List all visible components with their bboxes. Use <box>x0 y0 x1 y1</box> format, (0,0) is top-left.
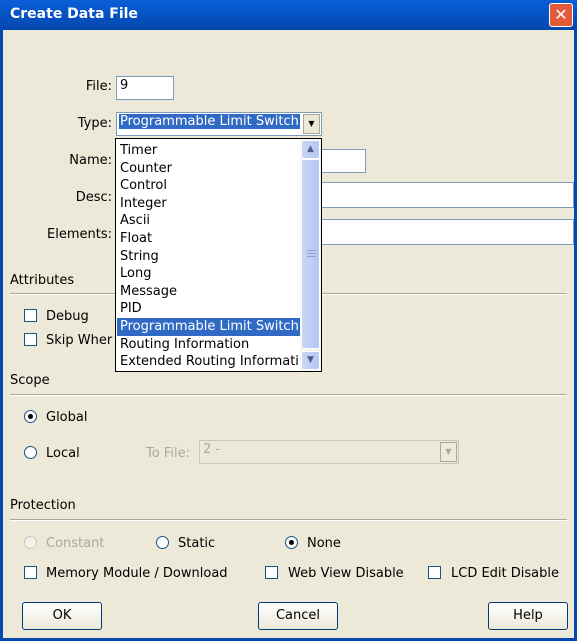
static-label: Static <box>178 536 216 551</box>
title-bar: Create Data File ✕ <box>0 0 577 30</box>
ok-button[interactable]: OK <box>22 602 102 630</box>
file-input[interactable]: 9 <box>116 76 174 100</box>
constant-label: Constant <box>46 536 105 551</box>
dropdown-option[interactable]: Counter <box>117 160 300 178</box>
dropdown-option[interactable]: Timer <box>117 142 300 160</box>
lcd-edit-disable-checkbox[interactable] <box>428 566 441 579</box>
elements-label: Elements: <box>47 227 112 242</box>
name-label: Name: <box>69 153 112 168</box>
file-input-value: 9 <box>120 78 129 93</box>
dropdown-option[interactable]: Message <box>117 283 300 301</box>
global-radio[interactable] <box>24 410 37 423</box>
close-icon: ✕ <box>554 5 568 24</box>
web-view-disable-checkbox[interactable] <box>265 566 278 579</box>
scroll-up-icon[interactable]: ▲ <box>301 140 320 159</box>
window-title: Create Data File <box>10 6 138 22</box>
cancel-button[interactable]: Cancel <box>258 602 338 630</box>
dropdown-option[interactable]: Routing Information <box>117 336 300 354</box>
scroll-thumb-grip <box>307 256 316 257</box>
window-border-left <box>0 30 3 641</box>
dropdown-option[interactable]: Control <box>117 177 300 195</box>
dropdown-option[interactable]: Float <box>117 230 300 248</box>
scroll-down-icon[interactable]: ▼ <box>301 351 320 370</box>
debug-checkbox[interactable] <box>24 309 37 322</box>
local-radio[interactable] <box>24 446 37 459</box>
to-file-label: To File: <box>146 446 190 461</box>
web-view-disable-label: Web View Disable <box>288 566 404 581</box>
none-label: None <box>307 536 341 551</box>
protection-divider <box>10 519 567 521</box>
type-label: Type: <box>77 116 112 131</box>
dropdown-option[interactable]: String <box>117 248 300 266</box>
to-file-value: 2 - <box>203 442 221 457</box>
type-select[interactable]: Programmable Limit Switch ▼ <box>116 112 322 136</box>
skip-label: Skip Wher <box>46 333 113 348</box>
static-radio[interactable] <box>156 536 169 549</box>
type-select-value: Programmable Limit Switch <box>119 114 300 129</box>
chevron-down-icon[interactable]: ▼ <box>303 114 320 134</box>
memory-module-checkbox[interactable] <box>24 566 37 579</box>
dropdown-option[interactable]: Integer <box>117 195 300 213</box>
dropdown-option[interactable]: Extended Routing Informati <box>117 353 300 371</box>
chevron-down-icon[interactable]: ▼ <box>440 442 457 462</box>
none-radio[interactable] <box>285 536 298 549</box>
debug-label: Debug <box>46 309 89 324</box>
help-button[interactable]: Help <box>488 602 568 630</box>
global-label: Global <box>46 410 88 425</box>
local-label: Local <box>46 446 80 461</box>
file-label: File: <box>85 79 112 94</box>
dropdown-option[interactable]: PID <box>117 300 300 318</box>
lcd-edit-disable-label: LCD Edit Disable <box>451 566 559 581</box>
dropdown-option[interactable]: Programmable Limit Switch <box>117 318 300 336</box>
type-dropdown-list: Timer Counter Control Integer Ascii Float Stri… <box>115 138 322 372</box>
scroll-thumb-grip <box>307 250 316 251</box>
close-button[interactable]: ✕ <box>549 3 573 27</box>
dropdown-scrollbar[interactable]: ▲ ▼ <box>300 139 321 371</box>
memory-module-label: Memory Module / Download <box>46 566 228 581</box>
to-file-select[interactable]: 2 - ▼ <box>199 440 459 464</box>
dropdown-option[interactable]: Ascii <box>117 212 300 230</box>
scope-heading: Scope <box>10 373 50 388</box>
dropdown-option[interactable]: Long <box>117 265 300 283</box>
scope-divider <box>10 394 567 396</box>
skip-checkbox[interactable] <box>24 333 37 346</box>
attributes-heading: Attributes <box>10 273 75 288</box>
scroll-thumb[interactable] <box>301 159 320 349</box>
constant-radio[interactable] <box>24 536 37 549</box>
protection-heading: Protection <box>10 498 76 513</box>
desc-label: Desc: <box>75 190 112 205</box>
scroll-thumb-grip <box>307 253 316 254</box>
